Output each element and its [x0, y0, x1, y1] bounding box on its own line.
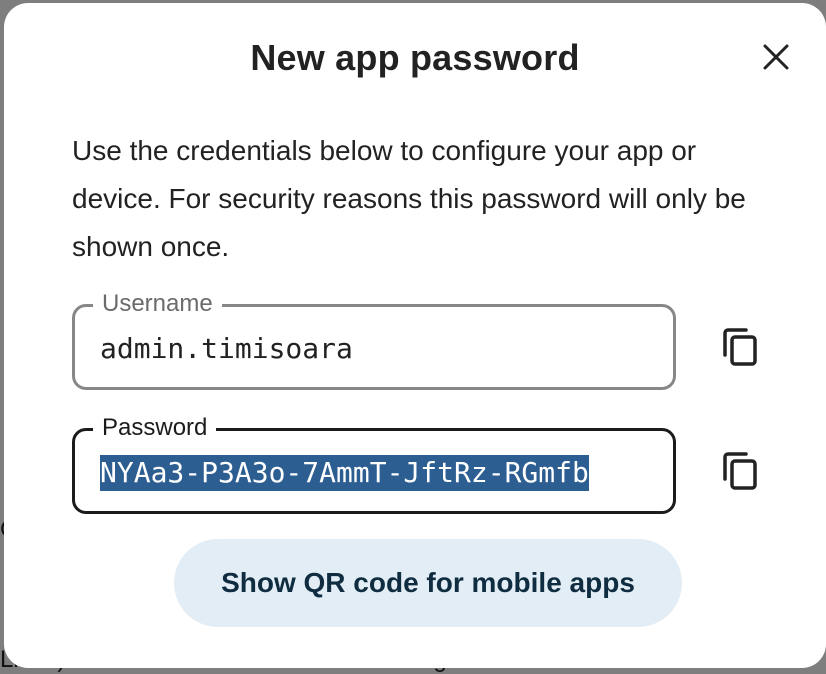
- app-password-dialog: New app password Use the credentials bel…: [4, 3, 826, 668]
- close-icon: [763, 44, 789, 70]
- username-label: Username: [93, 290, 222, 318]
- copy-icon: [723, 328, 757, 366]
- show-qr-code-button[interactable]: Show QR code for mobile apps: [174, 539, 682, 627]
- username-field[interactable]: Username admin.timisoara: [72, 290, 676, 390]
- password-label: Password: [93, 414, 217, 442]
- password-value[interactable]: NYAa3-P3A3o-7AmmT-JftRz-RGmfb: [100, 455, 589, 491]
- copy-icon: [723, 452, 757, 490]
- username-value[interactable]: admin.timisoara: [100, 331, 353, 367]
- close-button[interactable]: [756, 37, 796, 77]
- dialog-title: New app password: [250, 37, 580, 78]
- password-field[interactable]: Password NYAa3-P3A3o-7AmmT-JftRz-RGmfb: [72, 414, 676, 514]
- dialog-description: Use the credentials below to configure y…: [72, 135, 746, 262]
- copy-password-button[interactable]: [716, 447, 764, 495]
- copy-username-button[interactable]: [716, 323, 764, 371]
